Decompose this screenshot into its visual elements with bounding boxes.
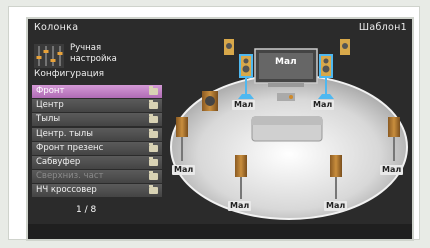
menu-item-label: НЧ кроссовер (36, 185, 97, 196)
speaker-size-surround-left: Мал (172, 165, 196, 175)
surround-right-speaker-icon (388, 117, 400, 137)
speaker-size-back-right: Мал (324, 201, 348, 211)
menu-item-label: Фронт презенс (36, 142, 104, 153)
folder-icon (149, 156, 158, 166)
bottom-bar (28, 224, 412, 239)
menu-item-extra-bass: Сверхниз. част (32, 170, 162, 184)
surround-back-left-speaker-icon (235, 155, 247, 177)
folder-icon (149, 142, 158, 152)
menu-item-subwoofer[interactable]: Сабвуфер (32, 155, 162, 169)
menu-item-label: Сверхниз. част (36, 171, 104, 182)
template-label: Шаблон1 (358, 22, 407, 33)
speaker-layout: Мал Мал Мал Мал Мал Мал Мал (168, 37, 410, 223)
tv-label: Мал (275, 57, 297, 67)
menu-item-label: Тылы (36, 114, 61, 125)
settings-screen: Колонка Шаблон1 Ручная настройка Конфигу… (26, 17, 414, 241)
menu-item-front-presence[interactable]: Фронт презенс (32, 141, 162, 155)
menu-item-label: Центр. тылы (36, 128, 93, 139)
setup-mode: Ручная настройка (34, 41, 154, 71)
folder-icon (149, 128, 158, 138)
manual-setup-icon (34, 44, 64, 68)
folder-icon (149, 185, 158, 195)
config-menu: Фронт Центр Тылы Центр. тылы Фронт презе… (32, 85, 162, 199)
speaker-size-front-left: Мал (232, 100, 256, 110)
menu-item-surround-back[interactable]: Центр. тылы (32, 127, 162, 141)
folder-icon (149, 171, 158, 181)
menu-item-front[interactable]: Фронт (32, 85, 162, 98)
menu-item-label: Фронт (36, 86, 65, 96)
setup-mode-label: Ручная настройка (70, 43, 117, 64)
folder-icon (149, 114, 158, 124)
screen-header: Колонка Шаблон1 (28, 19, 412, 37)
configuration-label: Конфигурация (34, 69, 104, 79)
menu-item-surround[interactable]: Тылы (32, 113, 162, 127)
surround-left-speaker-icon (176, 117, 188, 137)
page-indicator: 1 / 8 (76, 205, 97, 215)
speaker-size-surround-right: Мал (380, 165, 404, 175)
screen-title: Колонка (34, 22, 79, 33)
menu-item-center[interactable]: Центр (32, 99, 162, 113)
menu-item-label: Центр (36, 100, 64, 111)
speaker-size-back-left: Мал (228, 201, 252, 211)
folder-icon (149, 86, 158, 95)
menu-item-label: Сабвуфер (36, 156, 81, 167)
menu-item-crossover[interactable]: НЧ кроссовер (32, 184, 162, 198)
folder-icon (149, 100, 158, 110)
surround-back-right-speaker-icon (330, 155, 342, 177)
speaker-size-front-right: Мал (311, 100, 335, 110)
